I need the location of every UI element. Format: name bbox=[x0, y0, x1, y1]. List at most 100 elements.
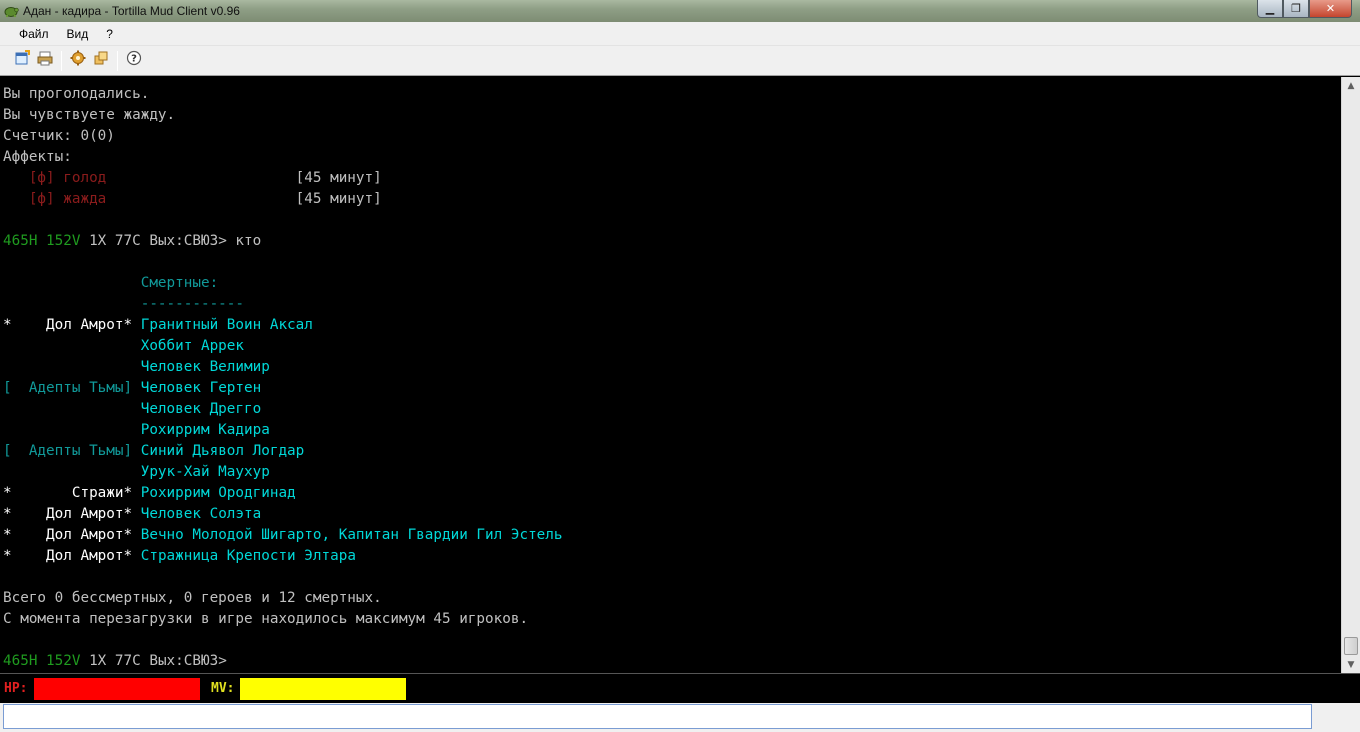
hp-bar bbox=[34, 678, 200, 700]
terminal-text-segment: [45 минут] bbox=[295, 191, 382, 207]
terminal-line: С момента перезагрузки в игре находилось… bbox=[3, 609, 1341, 630]
terminal-line: [ Адепты Тьмы] Человек Гертен bbox=[3, 378, 1341, 399]
output-scrollbar[interactable]: ▲ ▼ bbox=[1341, 77, 1360, 673]
terminal-text-segment: Вы проголодались. bbox=[3, 86, 150, 102]
tortilla-app-icon bbox=[3, 3, 19, 19]
terminal-text-segment: * Дол Амрот* bbox=[3, 548, 141, 564]
terminal-text-segment: 465H 152V bbox=[3, 653, 90, 669]
terminal-text-segment: Человек Дрегго bbox=[3, 401, 262, 417]
scroll-down-arrow-icon[interactable]: ▼ bbox=[1342, 656, 1360, 673]
terminal-line: Смертные: bbox=[3, 273, 1341, 294]
scroll-up-arrow-icon[interactable]: ▲ bbox=[1342, 77, 1360, 94]
title-bar: Адан - кадира - Tortilla Mud Client v0.9… bbox=[0, 0, 1360, 22]
terminal-line: Всего 0 бессмертных, 0 героев и 12 смерт… bbox=[3, 588, 1341, 609]
terminal-text-segment: 1X 77C Вых:СВЮЗ> bbox=[89, 653, 227, 669]
command-input-row bbox=[0, 703, 1360, 732]
close-button[interactable]: ✕ bbox=[1309, 0, 1352, 18]
settings-gear-icon bbox=[70, 50, 86, 71]
terminal-text-segment: ------------ bbox=[3, 296, 245, 312]
mv-bar-fill bbox=[240, 678, 406, 700]
terminal-text-segment: [ Адепты Тьмы] bbox=[3, 380, 141, 396]
terminal-line: Человек Велимир bbox=[3, 357, 1341, 378]
terminal-text-segment: Человек Гертен bbox=[140, 380, 262, 396]
terminal-text-segment: С момента перезагрузки в игре находилось… bbox=[3, 611, 529, 627]
mud-output-window[interactable]: Вы проголодались. Вы чувствуете жажду. Сче… bbox=[0, 77, 1341, 673]
minimize-button[interactable]: ▁ bbox=[1257, 0, 1283, 18]
terminal-text-segment: Всего 0 бессмертных, 0 героев и 12 смерт… bbox=[3, 590, 382, 606]
terminal-text-segment: [ Адепты Тьмы] bbox=[3, 443, 141, 459]
terminal-line: * Дол Амрот* Стражница Крепости Элтара bbox=[3, 546, 1341, 567]
terminal-text-segment: * Дол Амрот* bbox=[3, 317, 141, 333]
terminal-line: Урук-Хай Маухур bbox=[3, 462, 1341, 483]
terminal-text-segment: 465H 152V bbox=[3, 233, 90, 249]
window-controls: ▁ ❐ ✕ bbox=[1257, 0, 1352, 18]
terminal-text-segment: Счетчик: 0(0) bbox=[3, 128, 115, 144]
terminal-line: ------------ bbox=[3, 294, 1341, 315]
terminal-line: 465H 152V 1X 77C Вых:СВЮЗ> кто bbox=[3, 231, 1341, 252]
plugins-icon bbox=[93, 50, 109, 71]
help-button[interactable]: ? bbox=[123, 50, 145, 72]
hp-bar-fill bbox=[34, 678, 200, 700]
terminal-text-segment: Человек Солэта bbox=[140, 506, 262, 522]
terminal-text-segment: Вы чувствуете жажду. bbox=[3, 107, 176, 123]
terminal-text-segment: Рохиррим Ородгинад bbox=[140, 485, 296, 501]
terminal-line: * Дол Амрот* Гранитный Воин Аксал bbox=[3, 315, 1341, 336]
terminal-text-segment: Урук-Хай Маухур bbox=[3, 464, 270, 480]
terminal-text-segment: 1X 77C Вых:СВЮЗ> кто bbox=[89, 233, 262, 249]
plugins-button[interactable] bbox=[90, 50, 112, 72]
toolbar-separator bbox=[61, 50, 62, 71]
maximize-button[interactable]: ❐ bbox=[1283, 0, 1309, 18]
terminal-text-segment: Гранитный Воин Аксал bbox=[140, 317, 313, 333]
terminal-line: Хоббит Аррек bbox=[3, 336, 1341, 357]
terminal-text-segment: Смертные: bbox=[3, 275, 219, 291]
terminal-line: Человек Дрегго bbox=[3, 399, 1341, 420]
terminal-line: * Стражи* Рохиррим Ородгинад bbox=[3, 483, 1341, 504]
menu-help[interactable]: ? bbox=[97, 27, 122, 41]
terminal-line: Вы проголодались. bbox=[3, 84, 1341, 105]
menu-view[interactable]: Вид bbox=[58, 27, 98, 41]
terminal-line: [ Адепты Тьмы] Синий Дьявол Логдар bbox=[3, 441, 1341, 462]
terminal-text-segment: * Стражи* bbox=[3, 485, 141, 501]
terminal-line: * Дол Амрот* Вечно Молодой Шигарто, Капи… bbox=[3, 525, 1341, 546]
new-window-icon bbox=[14, 50, 30, 71]
terminal-line: Счетчик: 0(0) bbox=[3, 126, 1341, 147]
help-icon: ? bbox=[126, 50, 142, 71]
terminal-text-segment: * Дол Амрот* bbox=[3, 527, 141, 543]
menu-file[interactable]: Файл bbox=[10, 27, 58, 41]
terminal-text-segment: [ф] жажда bbox=[3, 191, 296, 207]
terminal-text-segment: [ф] голод bbox=[3, 170, 296, 186]
terminal-line: Рохиррим Кадира bbox=[3, 420, 1341, 441]
status-bar: HP: MV: bbox=[0, 673, 1360, 703]
mv-bar bbox=[240, 678, 406, 700]
terminal-line: Вы чувствуете жажду. bbox=[3, 105, 1341, 126]
settings-button[interactable] bbox=[67, 50, 89, 72]
terminal-text-segment: Вечно Молодой Шигарто, Капитан Гвардии Г… bbox=[140, 527, 563, 543]
terminal-line: Аффекты: bbox=[3, 147, 1341, 168]
window-title: Адан - кадира - Tortilla Mud Client v0.9… bbox=[23, 4, 240, 18]
terminal-text-segment: Человек Велимир bbox=[3, 359, 270, 375]
toolbar: ? bbox=[0, 46, 1360, 76]
terminal-line: [ф] голод [45 минут] bbox=[3, 168, 1341, 189]
terminal-text-segment: Аффекты: bbox=[3, 149, 72, 165]
terminal-line: * Дол Амрот* Человек Солэта bbox=[3, 504, 1341, 525]
terminal-line: [ф] жажда [45 минут] bbox=[3, 189, 1341, 210]
new-window-button[interactable] bbox=[11, 50, 33, 72]
terminal-line: 465H 152V 1X 77C Вых:СВЮЗ> bbox=[3, 651, 1341, 672]
svg-text:?: ? bbox=[131, 54, 137, 65]
terminal-text-segment: Хоббит Аррек bbox=[3, 338, 245, 354]
toolbar-separator bbox=[117, 50, 118, 71]
terminal-text-segment: Синий Дьявол Логдар bbox=[140, 443, 305, 459]
terminal-text-segment: Рохиррим Кадира bbox=[3, 422, 270, 438]
scrollbar-thumb[interactable] bbox=[1344, 637, 1358, 655]
mv-label: MV: bbox=[211, 681, 235, 696]
hp-label: HP: bbox=[4, 681, 28, 696]
terminal-text-segment: [45 минут] bbox=[295, 170, 382, 186]
terminal-text-segment: * Дол Амрот* bbox=[3, 506, 141, 522]
command-input[interactable] bbox=[3, 704, 1312, 729]
print-log-button[interactable] bbox=[34, 50, 56, 72]
menu-bar: Файл Вид ? bbox=[0, 22, 1360, 46]
